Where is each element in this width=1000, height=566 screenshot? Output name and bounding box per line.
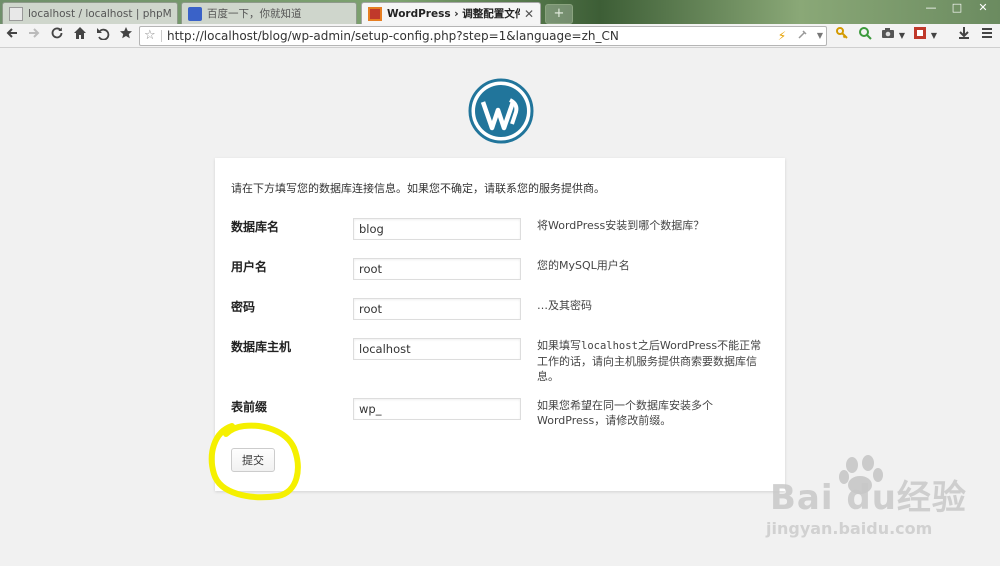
address-divider [161,30,162,42]
username-help: 您的MySQL用户名 [537,259,630,272]
dbhost-help: 如果填写localhost之后WordPress不能正常工作的话，请向主机服务提… [537,338,767,384]
lightning-icon[interactable]: ⚡ [774,27,790,45]
close-tab-icon[interactable]: ✕ [524,7,534,21]
bookmark-star-icon[interactable] [116,26,136,46]
baidu-icon [188,6,202,21]
flag-icon[interactable] [910,26,930,46]
password-label: 密码 [231,300,256,314]
maximize-button[interactable]: □ [944,0,970,16]
username-field[interactable] [353,258,521,280]
reload-icon[interactable] [47,26,67,46]
prefix-help: 如果您希望在同一个数据库安装多个WordPress，请修改前缀。 [537,399,713,427]
download-icon[interactable] [954,26,974,46]
prefix-label: 表前缀 [231,400,268,414]
watermark-brand: Bai du经验 [770,478,967,518]
tab-label: WordPress › 调整配置文件 [387,8,520,20]
browser-toolbar: ☆ http://localhost/blog/wp-admin/setup-c… [0,24,1000,48]
new-tab-button[interactable]: + [545,4,573,24]
dbhost-field[interactable] [353,338,521,360]
home-icon[interactable] [70,26,90,46]
browser-tabstrip: localhost / localhost | phpMyAdmin 4.1.7… [0,0,1000,24]
prefix-field[interactable] [353,398,521,420]
pin-icon[interactable] [794,27,810,45]
forward-icon[interactable] [24,26,44,46]
dropdown-icon[interactable]: ▼ [928,26,940,46]
camera-icon[interactable] [878,26,898,46]
wordpress-logo [468,78,534,144]
address-bar[interactable]: ☆ http://localhost/blog/wp-admin/setup-c… [139,26,827,46]
dbhost-help-pre: 如果填写 [537,339,581,352]
watermark-url: jingyan.baidu.com [766,519,933,538]
password-field[interactable] [353,298,521,320]
minimize-button[interactable]: — [918,0,944,16]
magnifier-icon[interactable] [855,26,875,46]
url-text[interactable]: http://localhost/blog/wp-admin/setup-con… [167,27,619,45]
tab-label: localhost / localhost | phpMyAdmin 4.1.7 [28,7,171,20]
dropdown-icon[interactable]: ▼ [896,26,908,46]
dbname-help: 将WordPress安装到哪个数据库？ [537,219,705,232]
dropdown-icon[interactable]: ▼ [812,27,828,45]
key-icon[interactable] [832,26,852,46]
intro-text: 请在下方填写您的数据库连接信息。如果您不确定，请联系您的服务提供商。 [231,182,605,195]
username-label: 用户名 [231,260,268,274]
close-window-button[interactable]: ✕ [970,0,996,16]
undo-icon[interactable] [93,26,113,46]
menu-icon[interactable] [977,26,997,46]
tab-wordpress[interactable]: WordPress › 调整配置文件 ✕ [361,2,541,24]
submit-button[interactable]: 提交 [231,448,275,472]
dbhost-label: 数据库主机 [231,340,292,354]
star-icon[interactable]: ☆ [144,27,158,45]
dbname-field[interactable] [353,218,521,240]
dbname-label: 数据库名 [231,220,280,234]
tab-baidu[interactable]: 百度一下，你就知道 [181,2,357,24]
phpmyadmin-icon [9,6,23,21]
tab-phpmyadmin[interactable]: localhost / localhost | phpMyAdmin 4.1.7 [2,2,178,24]
wordpress-icon [368,6,382,21]
back-icon[interactable] [2,26,22,46]
setup-form: 请在下方填写您的数据库连接信息。如果您不确定，请联系您的服务提供商。 数据库名 … [215,158,785,491]
password-help: …及其密码 [537,299,592,312]
dbhost-help-code: localhost [581,340,638,352]
tab-label: 百度一下，你就知道 [207,8,302,20]
